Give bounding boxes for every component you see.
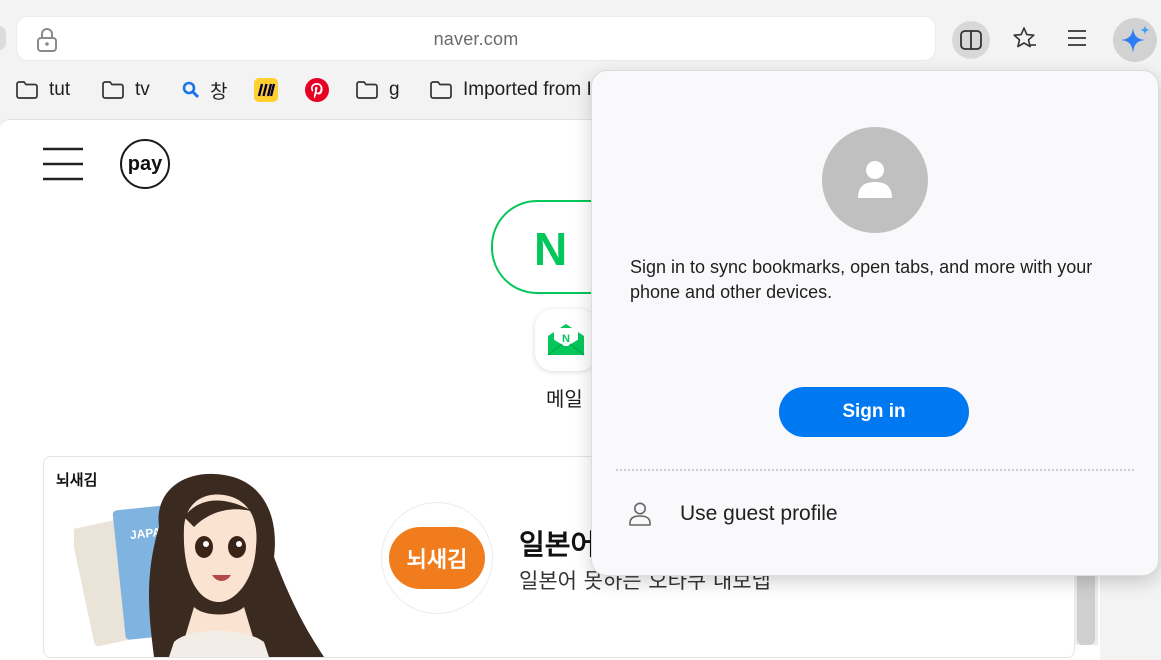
mail-icon: N: [547, 324, 585, 356]
ad-title[interactable]: 일본어: [519, 523, 596, 563]
svg-text:N: N: [562, 333, 570, 345]
folder-icon: [356, 81, 378, 99]
naver-logo: N: [534, 223, 568, 275]
url-text[interactable]: naver.com: [16, 29, 936, 50]
favorites-button[interactable]: [1005, 18, 1043, 58]
folder-icon: [102, 81, 124, 99]
pay-button[interactable]: pay: [120, 139, 170, 189]
person-icon: [858, 161, 892, 198]
address-bar[interactable]: naver.com: [16, 16, 936, 61]
sign-in-button[interactable]: Sign in: [779, 387, 969, 437]
favorite-label: tv: [135, 79, 150, 100]
guest-profile-option[interactable]: Use guest profile: [628, 499, 838, 529]
folder-icon: [430, 81, 452, 99]
search-icon: [182, 81, 200, 99]
mail-shortcut[interactable]: N: [535, 309, 597, 371]
sparkle-icon: [1121, 25, 1150, 53]
browser-toolbar: naver.com: [0, 0, 1161, 70]
folder-icon: [16, 81, 38, 99]
list-icon: [1068, 30, 1086, 46]
split-screen-icon: [960, 30, 982, 50]
favorite-pinterest[interactable]: [304, 78, 340, 102]
favorite-folder-imported[interactable]: Imported from I: [429, 78, 592, 102]
favorite-search[interactable]: 창: [182, 78, 228, 103]
sync-message: Sign in to sync bookmarks, open tabs, an…: [630, 257, 1093, 302]
collections-button[interactable]: [1058, 18, 1096, 58]
mail-label[interactable]: 메일: [546, 383, 583, 412]
favorite-folder-tv[interactable]: tv: [101, 78, 150, 102]
back-button-edge[interactable]: [0, 26, 6, 50]
star-icon: [1013, 27, 1036, 48]
split-screen-button[interactable]: [952, 21, 990, 59]
hamburger-menu-icon[interactable]: [42, 146, 84, 187]
pinterest-icon: [305, 78, 329, 102]
ad-brand-logo[interactable]: 뇌새김: [381, 502, 493, 614]
favorite-folder-g[interactable]: g: [355, 78, 400, 102]
anime-girl-illustration: JAPA: [74, 473, 324, 657]
favorite-label: 창: [210, 80, 228, 103]
divider: [616, 469, 1134, 471]
favorite-label: Imported from I: [463, 79, 592, 100]
default-avatar: [822, 127, 928, 233]
ad-logo-text: 뇌새김: [389, 527, 485, 589]
favorite-folder-tut[interactable]: tut: [15, 78, 70, 102]
favorite-label: tut: [49, 79, 71, 100]
profile-button[interactable]: [1113, 18, 1157, 62]
guest-profile-label: Use guest profile: [680, 502, 838, 525]
profile-flyout: Sign in to sync bookmarks, open tabs, an…: [591, 70, 1159, 576]
favorite-label: g: [389, 79, 400, 100]
favorite-miro[interactable]: [254, 78, 288, 102]
person-outline-icon: [629, 502, 651, 526]
miro-icon: [254, 78, 278, 102]
